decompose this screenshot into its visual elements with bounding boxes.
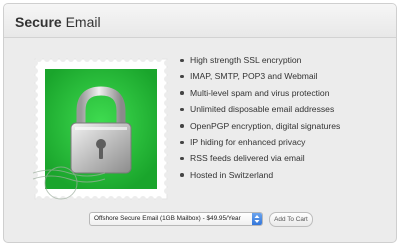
add-to-cart-button[interactable]: Add To Cart: [269, 211, 313, 227]
secure-email-panel: Secure Email High strength SSL encryptio…: [3, 3, 397, 243]
feature-item: Hosted in Switzerland: [178, 167, 394, 183]
plan-select-value: Offshore Secure Email (1GB Mailbox) - $4…: [94, 215, 241, 222]
padlock-stamp-icon: [31, 55, 171, 203]
panel-header: Secure Email: [4, 4, 396, 38]
panel-title-bold: Secure: [15, 14, 62, 30]
feature-item: Unlimited disposable email addresses: [178, 101, 394, 117]
order-row: Offshore Secure Email (1GB Mailbox) - $4…: [89, 211, 313, 227]
feature-item: Multi-level spam and virus protection: [178, 85, 394, 101]
feature-item: IP hiding for enhanced privacy: [178, 134, 394, 150]
feature-item: OpenPGP encryption, digital signatures: [178, 118, 394, 134]
feature-list: High strength SSL encryption IMAP, SMTP,…: [178, 52, 394, 183]
feature-item: RSS feeds delivered via email: [178, 150, 394, 166]
feature-item: IMAP, SMTP, POP3 and Webmail: [178, 68, 394, 84]
feature-item: High strength SSL encryption: [178, 52, 394, 68]
plan-select[interactable]: Offshore Secure Email (1GB Mailbox) - $4…: [89, 212, 263, 226]
panel-title-rest: Email: [61, 14, 101, 30]
select-arrows-icon[interactable]: [252, 213, 262, 225]
